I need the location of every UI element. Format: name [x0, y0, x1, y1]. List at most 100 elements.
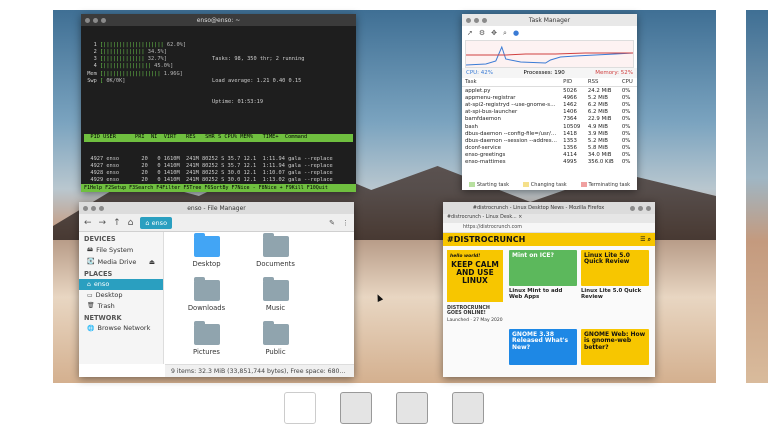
article-thumbnail[interactable]: GNOME 3.38 Released What's New? [509, 329, 577, 365]
search-icon[interactable]: ⌕ [503, 29, 507, 38]
task-row[interactable]: dbus-daemon --session --address=sy... 135… [462, 137, 637, 144]
article-thumbnail[interactable]: GNOME Web: How is gnome-web better? [581, 329, 649, 365]
folder-downloads[interactable]: Downloads [175, 277, 238, 324]
path-button[interactable]: ⌂ enso [140, 216, 173, 229]
minimize-icon[interactable] [630, 205, 635, 211]
article-card[interactable]: GNOME Web: How is gnome-web better? [581, 329, 649, 367]
task-cell: 0% [621, 87, 631, 94]
article-thumbnail[interactable]: Linux Lite 5.0 Quick Review [581, 250, 649, 286]
minimize-icon[interactable] [93, 17, 98, 23]
minimize-icon[interactable] [91, 205, 96, 211]
legend-label: Terminating task [588, 182, 631, 188]
task-cell: 0% [621, 145, 631, 152]
folder-public[interactable]: Public [244, 321, 307, 368]
menu-icon[interactable]: ☰ ⌕ [640, 236, 651, 244]
htop-function-bar[interactable]: F1Help F2Setup F3Search F4Filter F5Tree … [81, 184, 356, 192]
keep-calm-banner[interactable]: hello world! KEEP CALM AND USE LINUX [447, 250, 503, 302]
task-row[interactable]: bamfdaemon 7364 22.9 MiB 0% [462, 116, 637, 123]
folder-pictures[interactable]: Pictures [175, 321, 238, 368]
task-row[interactable]: enso-mattimes 4995 356.0 KiB 0% [462, 159, 637, 166]
up-icon[interactable]: ↑ [113, 218, 121, 228]
process-row[interactable]: 4927 enso 20 0 1610M 241M 80252 S 35.7 1… [84, 156, 353, 163]
close-icon[interactable] [83, 205, 88, 211]
sidebar-item-trash[interactable]: 🗑 Trash [79, 300, 163, 311]
column-header[interactable]: PID [560, 78, 585, 87]
close-icon[interactable] [646, 205, 651, 211]
task-row[interactable]: dbus-daemon --config-file=/usr/shar... 14… [462, 130, 637, 137]
process-row[interactable]: 4929 enso 20 0 1410M 241M 80252 S 30.0 1… [84, 177, 353, 184]
sidebar-item-browse-network[interactable]: 🌐 Browse Network [79, 323, 163, 334]
next-workspace-preview[interactable] [746, 10, 768, 383]
process-row[interactable]: 4927 enso 20 0 1410M 241M 80252 S 35.7 1… [84, 163, 353, 170]
task-row[interactable]: dconf-service 1356 5.8 MiB 0% [462, 145, 637, 152]
maximize-icon[interactable] [638, 205, 643, 211]
back-icon[interactable]: ← [84, 218, 92, 228]
sidebar-item-media-drive[interactable]: 💽 Media Drive ⏏ [79, 257, 163, 268]
folder-desktop[interactable]: Desktop [175, 233, 238, 280]
file-manager-window[interactable]: enso - File Manager ← → ↑ ⌂ ⌂ enso ✎ ⋮ D… [79, 202, 354, 377]
workspace-3[interactable] [396, 392, 428, 424]
task-row[interactable]: at-spi-bus-launcher 1406 6.2 MiB 0% [462, 109, 637, 116]
site-name[interactable]: #DISTROCRUNCH [447, 235, 525, 244]
close-icon[interactable] [466, 17, 471, 23]
sidebar-item-file-system[interactable]: 🖴 File System [79, 244, 163, 257]
column-header[interactable]: CPU [618, 78, 637, 87]
eject-icon[interactable]: ⏏ [149, 258, 155, 266]
folder-music[interactable]: Music [244, 277, 307, 324]
task-row[interactable]: bash 10509 4.9 MiB 0% [462, 123, 637, 130]
htop-output[interactable]: 1 [||||||||||||||||||| 62.0%] 2 [|||||||… [81, 26, 356, 192]
info-icon[interactable]: ● [513, 29, 519, 37]
task-manager-titlebar[interactable]: Task Manager [462, 14, 637, 26]
website-content[interactable]: #DISTROCRUNCH ☰ ⌕ hello world! KEEP CALM… [443, 233, 655, 377]
task-cell: 0% [621, 137, 631, 144]
article-card[interactable]: GNOME 3.38 Released What's New? [509, 329, 577, 367]
featured-post[interactable]: hello world! KEEP CALM AND USE LINUX DIS… [447, 250, 503, 323]
terminal-titlebar[interactable]: enso@enso: ~ [81, 14, 356, 26]
article-title[interactable]: Linux Lite 5.0 Quick Review [581, 288, 649, 301]
gear-icon[interactable]: ⚙ [479, 29, 485, 37]
pointer-icon[interactable]: ➚ [467, 29, 473, 37]
legend-item: Terminating task [580, 182, 631, 188]
task-cell: bash [465, 123, 478, 130]
close-icon[interactable] [85, 17, 90, 23]
task-cell: 1462 [563, 101, 577, 108]
task-table[interactable]: Task PID RSS CPU applet.py 5026 24.2 MiB 0% app… [462, 78, 637, 166]
task-cell: 6.2 MiB [587, 109, 608, 116]
sidebar-item-desktop[interactable]: ▭ Desktop [79, 290, 163, 301]
thumbnail-text: Linux Lite 5.0 Quick Review [584, 252, 630, 266]
legend-item: Starting task [468, 182, 509, 188]
article-card[interactable]: Linux Lite 5.0 Quick Review Linux Lite 5.… [581, 250, 649, 301]
task-row[interactable]: applet.py 5026 24.2 MiB 0% [462, 87, 637, 95]
folder-documents[interactable]: Documents [244, 233, 307, 280]
terminal-window[interactable]: enso@enso: ~ 1 [||||||||||||||||||| 62.0… [81, 14, 356, 192]
url-bar[interactable]: https://distrocrunch.com [443, 223, 655, 233]
column-header[interactable]: Task [462, 78, 561, 87]
move-icon[interactable]: ✥ [491, 29, 497, 37]
task-row[interactable]: enso-greetings 4114 34.0 MiB 0% [462, 152, 637, 159]
workspace-1[interactable] [284, 392, 316, 424]
browser-titlebar[interactable]: #distrocrunch - Linux Desktop News - Moz… [443, 202, 655, 214]
task-manager-window[interactable]: Task Manager ➚ ⚙ ✥ ⌕ ● CPU: 42% Processe… [462, 14, 637, 190]
task-row[interactable]: appmenu-registrar 4966 5.2 MiB 0% [462, 94, 637, 101]
sidebar-item-enso[interactable]: ⌂ enso [79, 279, 163, 290]
minimize-icon[interactable] [474, 17, 479, 23]
task-cell: 1406 [563, 109, 577, 116]
process-row[interactable]: 4928 enso 20 0 1410M 241M 80252 S 30.0 1… [84, 170, 353, 177]
forward-icon[interactable]: → [99, 218, 107, 228]
home-icon[interactable]: ⌂ [128, 218, 134, 228]
column-header[interactable]: RSS [584, 78, 619, 87]
article-card[interactable]: Mint on ICE? Linux Mint to add Web Apps [509, 250, 577, 301]
task-cell: enso-mattimes [465, 159, 506, 166]
edit-icon[interactable]: ✎ [329, 219, 335, 227]
browser-window[interactable]: #distrocrunch - Linux Desktop News - Moz… [443, 202, 655, 377]
browser-tab[interactable]: #distrocrunch - Linux Desk... × [443, 214, 655, 223]
article-thumbnail[interactable]: Mint on ICE? [509, 250, 577, 286]
menu-icon[interactable]: ⋮ [342, 219, 349, 227]
workspace-4[interactable] [452, 392, 484, 424]
task-row[interactable]: at-spi2-registryd --use-gnome-session 146… [462, 101, 637, 108]
workspace-2[interactable] [340, 392, 372, 424]
folder-label: Downloads [187, 304, 226, 312]
file-manager-titlebar[interactable]: enso - File Manager [79, 202, 354, 214]
article-title[interactable]: Linux Mint to add Web Apps [509, 288, 577, 301]
folder-label: Pictures [193, 348, 220, 356]
